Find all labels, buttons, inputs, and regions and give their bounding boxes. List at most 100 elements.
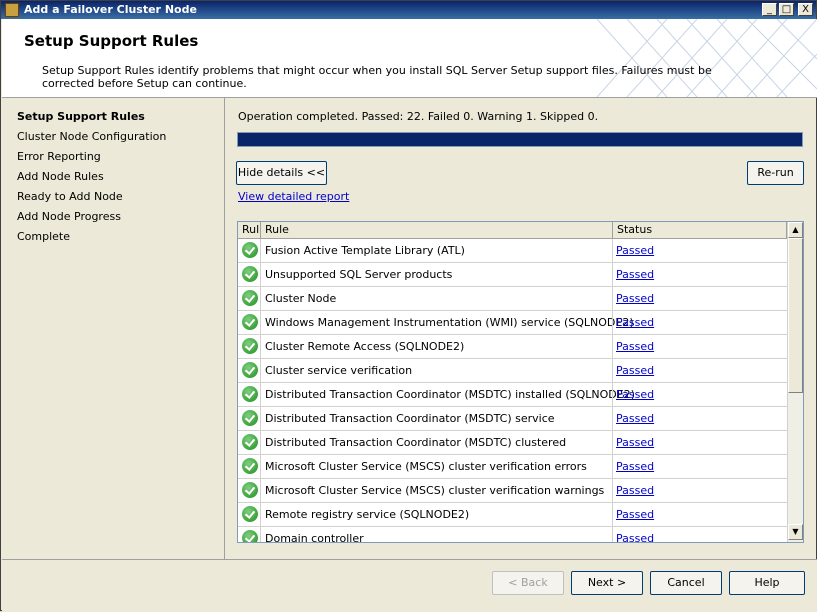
table-row[interactable]: Cluster Node Passed <box>238 287 787 311</box>
rule-name: Cluster service verification <box>265 364 413 377</box>
hide-details-button[interactable]: Hide details << <box>236 161 327 185</box>
nav-item-add-node-rules[interactable]: Add Node Rules <box>17 170 104 183</box>
table-row[interactable]: Domain controller Passed <box>238 527 787 543</box>
column-divider <box>260 503 261 526</box>
wizard-footer: < Back Next > Cancel Help <box>2 559 817 612</box>
next-button[interactable]: Next > <box>571 571 643 595</box>
setup-icon <box>5 3 19 17</box>
status-link[interactable]: Passed <box>616 407 654 430</box>
rule-name: Distributed Transaction Coordinator (MSD… <box>265 436 567 449</box>
rule-name: Cluster Node <box>265 292 337 305</box>
maximize-button[interactable]: □ <box>779 3 794 16</box>
rule-name: Unsupported SQL Server products <box>265 268 453 281</box>
status-link[interactable]: Passed <box>616 359 654 382</box>
help-button[interactable]: Help <box>729 571 805 595</box>
column-divider <box>612 527 613 542</box>
check-circle-icon <box>242 506 258 522</box>
column-divider <box>260 335 261 358</box>
check-circle-icon <box>242 242 258 258</box>
status-link[interactable]: Passed <box>616 479 654 502</box>
status-link[interactable]: Passed <box>616 263 654 286</box>
table-row[interactable]: Unsupported SQL Server products Passed <box>238 263 787 287</box>
nav-item-complete[interactable]: Complete <box>17 230 70 243</box>
operation-status: Operation completed. Passed: 22. Failed … <box>238 110 599 123</box>
status-link[interactable]: Passed <box>616 239 654 262</box>
column-divider <box>260 407 261 430</box>
column-divider <box>612 479 613 502</box>
status-link[interactable]: Passed <box>616 503 654 526</box>
check-circle-icon <box>242 338 258 354</box>
vertical-scrollbar[interactable]: ▲ ▼ <box>787 222 803 542</box>
back-button[interactable]: < Back <box>492 571 564 595</box>
scroll-up-arrow-icon[interactable]: ▲ <box>788 222 803 238</box>
rules-table: Rul Rule Status Fusion Active Template L… <box>237 221 804 543</box>
table-row[interactable]: Distributed Transaction Coordinator (MSD… <box>238 407 787 431</box>
nav-item-setup-support-rules[interactable]: Setup Support Rules <box>17 110 145 123</box>
column-divider <box>612 359 613 382</box>
rule-name: Cluster Remote Access (SQLNODE2) <box>265 340 465 353</box>
column-header-icon[interactable]: Rul <box>238 222 261 238</box>
setup-window: Add a Failover Cluster Node _ □ X Setup … <box>0 0 817 612</box>
rule-name: Domain controller <box>265 532 364 543</box>
column-divider <box>612 263 613 286</box>
column-divider <box>612 239 613 262</box>
window-title: Add a Failover Cluster Node <box>24 3 197 16</box>
table-row[interactable]: Distributed Transaction Coordinator (MSD… <box>238 383 787 407</box>
page-description: Setup Support Rules identify problems th… <box>42 64 712 90</box>
column-divider <box>260 431 261 454</box>
nav-item-error-reporting[interactable]: Error Reporting <box>17 150 101 163</box>
check-circle-icon <box>242 314 258 330</box>
progress-fill <box>238 133 802 146</box>
check-circle-icon <box>242 386 258 402</box>
column-header-status[interactable]: Status <box>613 222 787 238</box>
check-circle-icon <box>242 266 258 282</box>
table-row[interactable]: Microsoft Cluster Service (MSCS) cluster… <box>238 455 787 479</box>
table-row[interactable]: Windows Management Instrumentation (WMI)… <box>238 311 787 335</box>
status-link[interactable]: Passed <box>616 287 654 310</box>
column-divider <box>612 407 613 430</box>
table-row[interactable]: Remote registry service (SQLNODE2) Passed <box>238 503 787 527</box>
table-row[interactable]: Cluster Remote Access (SQLNODE2) Passed <box>238 335 787 359</box>
column-divider <box>260 311 261 334</box>
nav-item-ready-to-add-node[interactable]: Ready to Add Node <box>17 190 123 203</box>
scroll-down-arrow-icon[interactable]: ▼ <box>788 524 803 540</box>
close-button[interactable]: X <box>798 3 813 16</box>
cancel-button[interactable]: Cancel <box>650 571 722 595</box>
column-divider <box>612 455 613 478</box>
column-divider <box>612 311 613 334</box>
column-divider <box>612 287 613 310</box>
rerun-button[interactable]: Re-run <box>747 161 804 185</box>
column-divider <box>260 527 261 542</box>
rule-name: Fusion Active Template Library (ATL) <box>265 244 465 257</box>
column-divider <box>260 479 261 502</box>
rule-name: Remote registry service (SQLNODE2) <box>265 508 470 521</box>
column-header-rule[interactable]: Rule <box>261 222 613 238</box>
main-content: Operation completed. Passed: 22. Failed … <box>225 98 817 559</box>
check-circle-icon <box>242 482 258 498</box>
table-row[interactable]: Distributed Transaction Coordinator (MSD… <box>238 431 787 455</box>
table-row[interactable]: Cluster service verification Passed <box>238 359 787 383</box>
status-link[interactable]: Passed <box>616 527 654 542</box>
status-link[interactable]: Passed <box>616 455 654 478</box>
status-link[interactable]: Passed <box>616 311 654 334</box>
view-detailed-report-link[interactable]: View detailed report <box>238 190 349 203</box>
scrollbar-thumb[interactable] <box>788 238 803 393</box>
title-bar[interactable]: Add a Failover Cluster Node _ □ X <box>1 1 816 19</box>
status-link[interactable]: Passed <box>616 431 654 454</box>
check-circle-icon <box>242 410 258 426</box>
nav-item-add-node-progress[interactable]: Add Node Progress <box>17 210 121 223</box>
progress-bar <box>237 132 803 147</box>
status-link[interactable]: Passed <box>616 335 654 358</box>
rule-name: Microsoft Cluster Service (MSCS) cluster… <box>265 484 605 497</box>
table-row[interactable]: Microsoft Cluster Service (MSCS) cluster… <box>238 479 787 503</box>
rule-name: Distributed Transaction Coordinator (MSD… <box>265 388 635 401</box>
wizard-nav: Setup Support Rules Cluster Node Configu… <box>2 98 225 559</box>
check-circle-icon <box>242 362 258 378</box>
status-link[interactable]: Passed <box>616 383 654 406</box>
table-row[interactable]: Fusion Active Template Library (ATL) Pass… <box>238 239 787 263</box>
minimize-button[interactable]: _ <box>762 3 777 16</box>
column-divider <box>260 359 261 382</box>
column-divider <box>612 335 613 358</box>
nav-item-cluster-node-configuration[interactable]: Cluster Node Configuration <box>17 130 166 143</box>
rule-name: Windows Management Instrumentation (WMI)… <box>265 316 634 329</box>
